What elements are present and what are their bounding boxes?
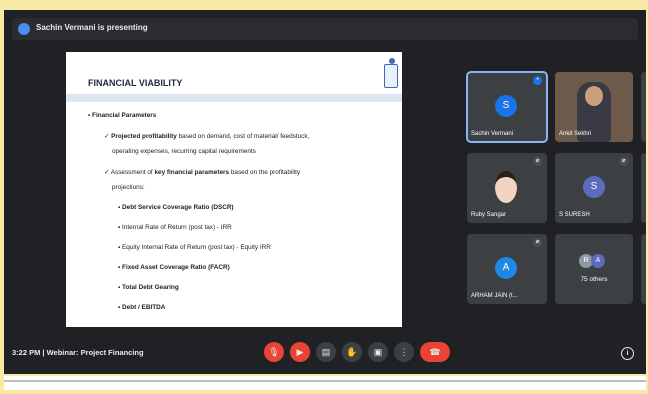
meet-window: Sachin Vermani is presenting FINANCIAL V…: [4, 10, 646, 374]
video-face: [585, 86, 603, 106]
slide-title: FINANCIAL VIABILITY: [88, 78, 183, 88]
slide-logo-dot: [389, 58, 395, 64]
camera-off-icon[interactable]: ▶: [290, 342, 310, 362]
leave-call-icon[interactable]: ☎: [420, 342, 450, 362]
participant-tile-arham[interactable]: A ⌀ ARHAM JAIN (t...: [467, 234, 547, 304]
participant-tile-others[interactable]: R A 75 others: [555, 234, 633, 304]
participant-tile-sachin[interactable]: S • Sachin Vermani: [466, 71, 548, 143]
mic-off-icon: ⌀: [619, 157, 628, 166]
speaking-icon: •: [533, 76, 542, 85]
param-item-text: Debt / EBITDA: [122, 304, 166, 311]
participant-tile-suresh[interactable]: S ⌀ S SURESH: [555, 153, 633, 223]
param-item: ▪ Internal Rate of Return (post tax) - I…: [118, 224, 232, 231]
param-item: ▪ Fixed Asset Coverage Ratio (FACR): [118, 264, 230, 271]
bullet-2-line2: projections:: [112, 184, 145, 191]
bottom-control-bar: 3:22 PM | Webinar: Project Financing 🎙 ▶…: [4, 334, 646, 374]
presenting-icon: [18, 23, 30, 35]
mic-off-icon[interactable]: 🎙: [264, 342, 284, 362]
bullet-1-line2: operating expenses, recurring capital re…: [112, 148, 256, 155]
participant-tile-video[interactable]: Ankit Sekhri: [555, 72, 633, 142]
captions-icon[interactable]: ▤: [316, 342, 336, 362]
bullet-1-rest: based on demand, cost of material/ feeds…: [176, 133, 310, 140]
param-item-text: Debt Service Coverage Ratio (DSCR): [122, 204, 234, 211]
participant-name: ARHAM JAIN (t...: [471, 293, 518, 299]
param-item: ▪ Equity Internal Rate of Return (post t…: [118, 244, 271, 251]
param-item: ▪ Debt / EBITDA: [118, 304, 166, 311]
avatar-photo: [495, 171, 517, 203]
bullet-2-rest: based on the profitability: [229, 169, 301, 176]
bottom-strip: [4, 376, 646, 390]
more-options-icon[interactable]: ⋮: [394, 342, 414, 362]
participant-tile-ruby[interactable]: ⌀ Ruby Sangar: [467, 153, 547, 223]
others-count: 75 others: [580, 276, 608, 283]
avatar: A: [495, 257, 517, 279]
param-item-text: Total Debt Gearing: [122, 284, 179, 291]
participant-name: Ankit Sekhri: [559, 131, 592, 137]
participant-tile-partial[interactable]: [641, 153, 646, 223]
info-icon[interactable]: i: [621, 347, 634, 360]
participant-name: Ruby Sangar: [471, 212, 507, 218]
present-screen-icon[interactable]: ▣: [368, 342, 388, 362]
participant-name: S SURESH: [559, 212, 590, 218]
check-icon: ✓: [104, 169, 111, 176]
param-item: ▪ Debt Service Coverage Ratio (DSCR): [118, 204, 234, 211]
slide-title-band: [66, 94, 402, 102]
bullet-1-bold: Projected profitability: [111, 133, 177, 140]
param-item: ▪ Total Debt Gearing: [118, 284, 179, 291]
shared-slide: FINANCIAL VIABILITY ▪ Financial Paramete…: [66, 52, 402, 327]
participant-tile-partial[interactable]: [641, 72, 646, 142]
mic-off-icon: ⌀: [533, 157, 542, 166]
slide-heading: ▪ Financial Parameters: [88, 112, 156, 119]
param-item-text: Equity Internal Rate of Return (post tax…: [122, 244, 271, 251]
participant-tile-partial[interactable]: [641, 234, 646, 304]
slide-heading-text: Financial Parameters: [92, 112, 157, 119]
meeting-info: 3:22 PM | Webinar: Project Financing: [12, 348, 144, 357]
bullet-2-pre: Assessment of: [110, 169, 155, 176]
divider: [4, 380, 646, 382]
raise-hand-icon[interactable]: ✋: [342, 342, 362, 362]
presenting-text: Sachin Vermani is presenting: [36, 23, 148, 32]
participant-name: Sachin Vermani: [471, 131, 514, 137]
param-item-text: Fixed Asset Coverage Ratio (FACR): [122, 264, 230, 271]
bullet-2-bold: key financial parameters: [154, 169, 230, 176]
mic-off-icon: ⌀: [533, 238, 542, 247]
param-item-text: Internal Rate of Return (post tax) - IRR: [122, 224, 232, 231]
bullet-2: ✓ Assessment of key financial parameters…: [104, 168, 300, 176]
slide-logo-icon: [384, 64, 398, 88]
avatar: A: [591, 254, 605, 268]
presenting-banner: Sachin Vermani is presenting: [12, 18, 638, 40]
avatar: S: [495, 95, 517, 117]
avatar: S: [583, 176, 605, 198]
bullet-1: ✓ Projected profitability based on deman…: [104, 132, 309, 140]
